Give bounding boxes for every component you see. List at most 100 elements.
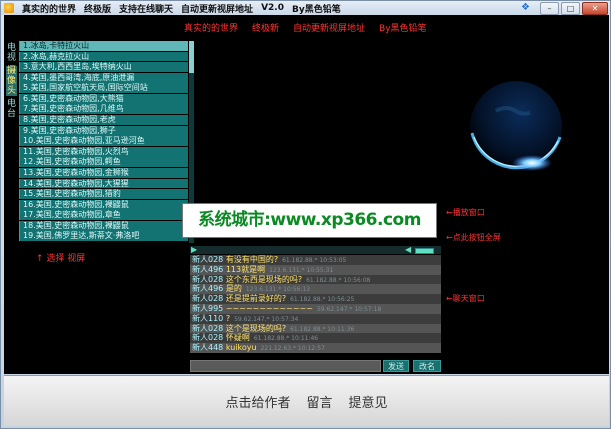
channel-item[interactable]: 9.美国,史密森动物园,狮子 bbox=[19, 125, 188, 136]
rename-button[interactable]: 改名 bbox=[413, 360, 441, 372]
tab-camera[interactable]: 摄像头 bbox=[6, 66, 17, 96]
chat-nick[interactable]: 新人028 bbox=[192, 294, 223, 303]
channel-item[interactable]: 11.美国,史密森动物园,火烈鸟 bbox=[19, 146, 188, 157]
title-bar: 真实的的世界 终极版 支持在线聊天 自动更新视屏地址 V2.0 By黑色铅笔 ❖… bbox=[1, 1, 610, 15]
menu-item-auto-update[interactable]: 自动更新视屏地址 bbox=[181, 2, 253, 15]
top-links: 真实的的世界 终极新 自动更新视屏地址 By黑色铅笔 bbox=[184, 21, 427, 34]
chat-input[interactable] bbox=[190, 360, 381, 372]
chat-message: 新人995 ~~~~~~~~~~~~~ 59.62.147.* 10:57:18 bbox=[190, 303, 441, 314]
chat-message: 新人028 还是提前录好的? 61.182.88.* 10:56:25 bbox=[190, 294, 441, 304]
chat-ip-time: 59.62.147.* 10:57:34 bbox=[234, 315, 299, 323]
help-icon[interactable]: ❖ bbox=[521, 2, 532, 13]
top-link-real-world[interactable]: 真实的的世界 bbox=[184, 21, 238, 34]
chat-nick[interactable]: 新人110 bbox=[192, 314, 223, 323]
chat-ip-time: 61.182.88.* 10:56:25 bbox=[290, 296, 355, 304]
chat-text: 113就是啊 bbox=[225, 264, 266, 274]
watermark: 系统城市:www.xp366.com bbox=[182, 203, 437, 238]
play-arrow-icon[interactable]: ▶ bbox=[191, 246, 197, 254]
channel-item[interactable]: 13.美国,史密森动物园,金狮猴 bbox=[19, 167, 188, 178]
chat-text: 这个东西是现场的吗? bbox=[225, 274, 303, 284]
channel-item[interactable]: 1.冰岛,卡特拉火山 bbox=[19, 41, 188, 51]
channel-item[interactable]: 14.美国,史密森动物园,大猩猩 bbox=[19, 178, 188, 189]
feedback-link[interactable]: 提意见 bbox=[349, 392, 388, 411]
channel-item[interactable]: 8.美国,史密森动物园,老虎 bbox=[19, 115, 188, 125]
app-window: 真实的的世界 终极版 支持在线聊天 自动更新视屏地址 V2.0 By黑色铅笔 ❖… bbox=[0, 0, 611, 429]
chat-text: 有没有中国的? bbox=[225, 255, 279, 264]
chat-message: 新人496 113就是啊 123.6.131.* 10:55:31 bbox=[190, 264, 441, 275]
chat-text: 这个是现场的吗? bbox=[225, 323, 287, 333]
chat-nick[interactable]: 新人995 bbox=[192, 304, 223, 313]
channel-item[interactable]: 2.冰岛,赫克拉火山 bbox=[19, 51, 188, 62]
chat-nick[interactable]: 新人496 bbox=[192, 265, 223, 274]
channel-item[interactable]: 12.美国,史密森动物园,鳄鱼 bbox=[19, 157, 188, 168]
chat-toolbar: ▶ ◀ bbox=[190, 246, 441, 254]
channel-item[interactable]: 10.美国,史密森动物园,亚马逊河鱼 bbox=[19, 136, 188, 147]
channel-list: 1.冰岛,卡特拉火山 2.冰岛,赫克拉火山 3.意大利,西西里岛,埃特纳火山 4.美国… bbox=[19, 41, 188, 243]
chat-messages: 新人028 有没有中国的? 61.182.88.* 10:53:05 新人496 1… bbox=[190, 255, 441, 354]
minimize-button[interactable]: – bbox=[540, 2, 559, 15]
chat-nick[interactable]: 新人028 bbox=[192, 275, 223, 284]
speaker-icon[interactable]: ◀ bbox=[405, 246, 411, 254]
chat-text: kuikoyu bbox=[225, 343, 257, 353]
channel-item[interactable]: 18.美国,史密森动物园,裸鼹鼠 bbox=[19, 220, 188, 231]
monitor-annotation: ←播放窗口 bbox=[446, 208, 485, 217]
chat-message: 新人028 这个东西是现场的吗? 61.182.88.* 10:56:08 bbox=[190, 274, 441, 285]
chat-ip-time: 123.6.131.* 10:55:31 bbox=[269, 266, 334, 274]
chat-annotation: ←聊天窗口 bbox=[446, 294, 485, 303]
top-link-ultimate[interactable]: 终极新 bbox=[252, 21, 279, 34]
channel-item[interactable]: 7.美国,史密森动物园,几维鸟 bbox=[19, 104, 188, 115]
chat-message: 新人110 ? 59.62.147.* 10:57:34 bbox=[190, 313, 441, 324]
chat-ip-time: 61.182.88.* 10:11:36 bbox=[290, 325, 355, 333]
menu-item-chat-support[interactable]: 支持在线聊天 bbox=[119, 2, 173, 15]
chat-nick[interactable]: 新人028 bbox=[192, 333, 223, 342]
top-link-author[interactable]: By黑色铅笔 bbox=[379, 21, 427, 34]
menu-item-real-world[interactable]: 真实的的世界 bbox=[22, 2, 76, 15]
channel-item[interactable]: 5.美国,国家航空航天局,国际空间站 bbox=[19, 83, 188, 94]
chat-ip-time: 61.182.88.* 10:53:05 bbox=[282, 257, 347, 264]
chat-ip-time: 59.62.147.* 10:57:18 bbox=[316, 305, 382, 313]
chat-nick[interactable]: 新人448 bbox=[192, 343, 223, 352]
tab-tv[interactable]: 电视 bbox=[6, 43, 17, 63]
select-video-hint: ↑ 选择 视屏 bbox=[36, 254, 86, 264]
leave-message-link[interactable]: 留言 bbox=[306, 392, 332, 411]
chat-text: 还是提前录好的? bbox=[225, 294, 287, 304]
chat-nick[interactable]: 新人028 bbox=[192, 255, 223, 264]
author-label[interactable]: By黑色铅笔 bbox=[292, 2, 341, 15]
chat-message: 新人496 是的 123.6.131.* 10:56:13 bbox=[190, 284, 441, 295]
fullscreen-button[interactable] bbox=[415, 248, 434, 254]
channel-item[interactable]: 6.美国,史密森动物园,大熊猫 bbox=[19, 93, 188, 104]
chat-nick[interactable]: 新人496 bbox=[192, 284, 223, 293]
chat-text: ? bbox=[225, 313, 231, 323]
earth-image bbox=[470, 81, 562, 173]
window-controls: – □ ✕ bbox=[540, 2, 608, 15]
chat-message: 新人028 怀疑啊 61.182.88.* 10:11:46 bbox=[190, 333, 441, 344]
chat-message: 新人448 kuikoyu 221.12.63.* 10:12:57 bbox=[190, 343, 441, 353]
menu-item-ultimate[interactable]: 终极版 bbox=[84, 2, 111, 15]
chat-ip-time: 221.12.63.* 10:12:57 bbox=[260, 345, 325, 353]
chat-text: ~~~~~~~~~~~~~ bbox=[225, 303, 313, 313]
contact-author-link[interactable]: 点击给作者 bbox=[225, 392, 290, 411]
side-tabs: 电视 摄像头 电台 bbox=[6, 43, 18, 122]
chat-message: 新人028 这个是现场的吗? 61.182.88.* 10:11:36 bbox=[190, 323, 441, 334]
channel-item[interactable]: 15.美国,史密森动物园,猎豹 bbox=[19, 189, 188, 199]
bottom-bar: 点击给作者 留言 提意见 bbox=[4, 375, 609, 426]
chat-nick[interactable]: 新人028 bbox=[192, 324, 223, 333]
chat-ip-time: 61.182.88.* 10:11:46 bbox=[253, 335, 319, 343]
scrollbar-thumb[interactable] bbox=[189, 41, 194, 73]
channel-item[interactable]: 4.美国,墨西哥湾,海底,原油泄漏 bbox=[19, 72, 188, 83]
channel-item[interactable]: 17.美国,史密森动物园,章鱼 bbox=[19, 210, 188, 221]
chat-text: 是的 bbox=[225, 284, 242, 294]
chat-text: 怀疑啊 bbox=[225, 333, 250, 343]
version-label: V2.0 bbox=[261, 3, 284, 13]
fullscreen-annotation: ←点此按钮全屏 bbox=[446, 233, 501, 242]
channel-item[interactable]: 16.美国,史密森动物园,裸鼹鼠 bbox=[19, 199, 188, 210]
channel-item[interactable]: 3.意大利,西西里岛,埃特纳火山 bbox=[19, 62, 188, 73]
maximize-button[interactable]: □ bbox=[561, 2, 580, 15]
chat-ip-time: 123.6.131.* 10:56:13 bbox=[245, 286, 311, 294]
send-button[interactable]: 发送 bbox=[383, 360, 409, 372]
channel-item[interactable]: 19.美国,佛罗里达,斯蒂文·弗洛吧 bbox=[19, 231, 188, 242]
main-stage: 真实的的世界 终极新 自动更新视屏地址 By黑色铅笔 电视 摄像头 电台 1.冰… bbox=[4, 15, 609, 374]
tab-radio[interactable]: 电台 bbox=[6, 99, 17, 119]
close-button[interactable]: ✕ bbox=[582, 2, 608, 15]
top-link-auto-update[interactable]: 自动更新视屏地址 bbox=[293, 21, 365, 34]
